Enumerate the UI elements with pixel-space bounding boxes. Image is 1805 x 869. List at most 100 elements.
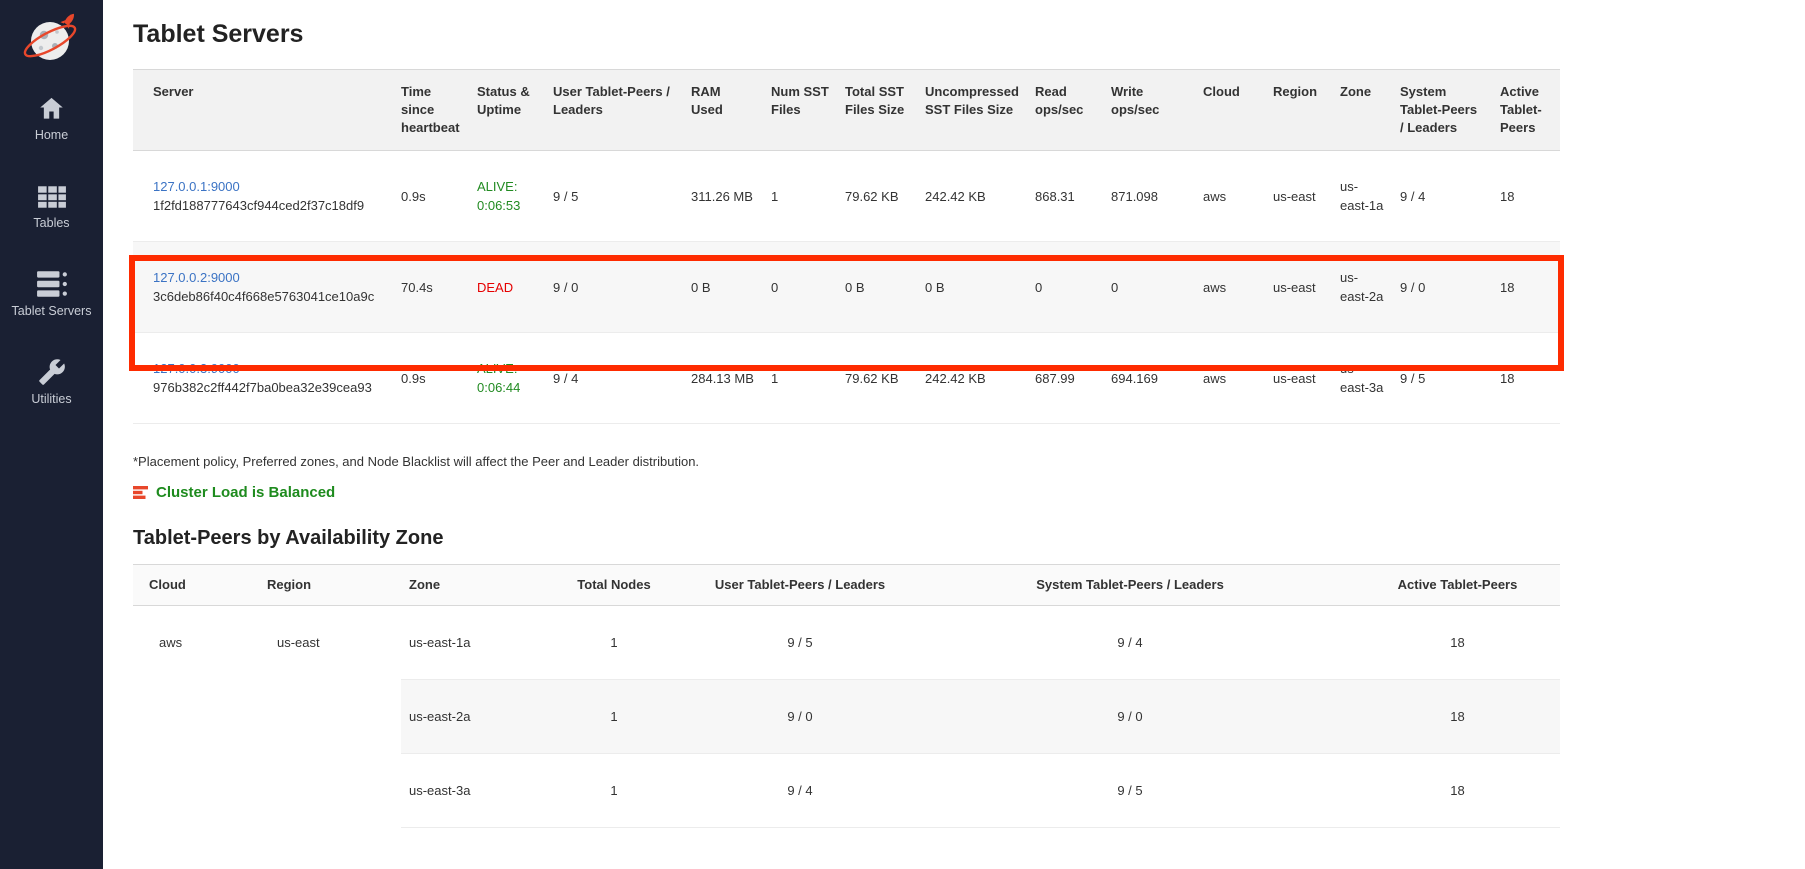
az-col-total-nodes: Total Nodes — [533, 565, 695, 606]
status-value: ALIVE: — [477, 177, 537, 196]
cluster-load-status: Cluster Load is Balanced — [133, 484, 1590, 501]
col-active-peers: Active Tablet-Peers — [1492, 70, 1560, 151]
servers-table-wrap: Server Time since heartbeat Status & Upt… — [133, 69, 1560, 424]
servers-table-header-row: Server Time since heartbeat Status & Upt… — [133, 70, 1560, 151]
az-col-system-peers: System Tablet-Peers / Leaders — [905, 565, 1355, 606]
status-value: ALIVE: — [477, 359, 537, 378]
server-link[interactable]: 127.0.0.2:9000 — [153, 270, 240, 285]
zone-value: us-east-3a — [1332, 333, 1392, 424]
status-cell: ALIVE: 0:06:53 — [469, 151, 545, 242]
az-zone-value: us-east-1a — [401, 606, 533, 680]
heartbeat-value: 70.4s — [393, 242, 469, 333]
write-ops-value: 0 — [1103, 242, 1195, 333]
zone-value: us-east-2a — [1332, 242, 1392, 333]
region-value: us-east — [1265, 333, 1332, 424]
ram-value: 284.13 MB — [683, 333, 763, 424]
az-table-header-row: Cloud Region Zone Total Nodes User Table… — [133, 565, 1560, 606]
cloud-value: aws — [1195, 151, 1265, 242]
az-system-peers-value: 9 / 5 — [905, 754, 1355, 828]
user-peers-value: 9 / 5 — [545, 151, 683, 242]
sidebar-item-label: Home — [35, 128, 68, 142]
uncompressed-sst-value: 242.42 KB — [917, 333, 1027, 424]
col-cloud: Cloud — [1195, 70, 1265, 151]
az-row-1a: aws us-east us-east-1a 1 9 / 5 9 / 4 18 — [133, 606, 1560, 680]
server-link[interactable]: 127.0.0.3:9000 — [153, 361, 240, 376]
server-row-2-dead: 127.0.0.2:9000 3c6deb86f40c4f668e5763041… — [133, 242, 1560, 333]
az-total-nodes-value: 1 — [533, 680, 695, 754]
num-sst-value: 1 — [763, 151, 837, 242]
active-peers-value: 18 — [1492, 151, 1560, 242]
server-uuid: 976b382c2ff442f7ba0bea32e39cea93 — [153, 378, 385, 397]
sidebar-item-home[interactable]: Home — [0, 92, 103, 142]
az-section-title: Tablet-Peers by Availability Zone — [133, 527, 1590, 550]
col-uncompressed-sst: Uncompressed SST Files Size — [917, 70, 1027, 151]
az-system-peers-value: 9 / 0 — [905, 680, 1355, 754]
col-user-peers: User Tablet-Peers / Leaders — [545, 70, 683, 151]
num-sst-value: 0 — [763, 242, 837, 333]
read-ops-value: 0 — [1027, 242, 1103, 333]
az-system-peers-value: 9 / 4 — [905, 606, 1355, 680]
main-content: Tablet Servers Server Time since heartbe… — [103, 0, 1590, 828]
az-cloud-value: aws — [133, 606, 259, 828]
col-read-ops: Read ops/sec — [1027, 70, 1103, 151]
uptime-value: 0:06:44 — [477, 378, 537, 397]
server-link[interactable]: 127.0.0.1:9000 — [153, 179, 240, 194]
az-col-cloud: Cloud — [133, 565, 259, 606]
az-total-nodes-value: 1 — [533, 606, 695, 680]
az-table: Cloud Region Zone Total Nodes User Table… — [133, 564, 1560, 828]
tablet-servers-icon — [36, 268, 68, 298]
ram-value: 0 B — [683, 242, 763, 333]
status-value: DEAD — [477, 278, 537, 297]
status-cell: DEAD — [469, 242, 545, 333]
az-zone-value: us-east-2a — [401, 680, 533, 754]
col-server: Server — [133, 70, 393, 151]
col-system-peers: System Tablet-Peers / Leaders — [1392, 70, 1492, 151]
region-value: us-east — [1265, 151, 1332, 242]
uncompressed-sst-value: 242.42 KB — [917, 151, 1027, 242]
home-icon — [38, 92, 65, 122]
az-active-peers-value: 18 — [1355, 680, 1560, 754]
sidebar-item-tables[interactable]: Tables — [0, 180, 103, 230]
az-region-value: us-east — [259, 606, 401, 828]
sidebar: Home Tables Tablet Servers — [0, 0, 103, 869]
server-row-3: 127.0.0.3:9000 976b382c2ff442f7ba0bea32e… — [133, 333, 1560, 424]
load-balance-bars-icon — [133, 485, 148, 500]
active-peers-value: 18 — [1492, 333, 1560, 424]
az-col-user-peers: User Tablet-Peers / Leaders — [695, 565, 905, 606]
uncompressed-sst-value: 0 B — [917, 242, 1027, 333]
sidebar-item-label: Tables — [33, 216, 69, 230]
uptime-value: 0:06:53 — [477, 196, 537, 215]
active-peers-value: 18 — [1492, 242, 1560, 333]
read-ops-value: 868.31 — [1027, 151, 1103, 242]
cloud-value: aws — [1195, 242, 1265, 333]
col-zone: Zone — [1332, 70, 1392, 151]
placement-footnote: *Placement policy, Preferred zones, and … — [133, 454, 1590, 469]
tables-icon — [37, 180, 67, 210]
page-title: Tablet Servers — [133, 20, 1590, 49]
region-value: us-east — [1265, 242, 1332, 333]
utilities-wrench-icon — [38, 356, 66, 386]
total-sst-value: 0 B — [837, 242, 917, 333]
server-uuid: 3c6deb86f40c4f668e5763041ce10a9c — [153, 287, 385, 306]
sidebar-item-tablet-servers[interactable]: Tablet Servers — [0, 268, 103, 318]
heartbeat-value: 0.9s — [393, 151, 469, 242]
write-ops-value: 694.169 — [1103, 333, 1195, 424]
yugabyte-planet-rocket-logo-icon[interactable] — [21, 10, 83, 66]
server-uuid: 1f2fd188777643cf944ced2f37c18df9 — [153, 196, 385, 215]
servers-table: Server Time since heartbeat Status & Upt… — [133, 69, 1560, 424]
sidebar-item-utilities[interactable]: Utilities — [0, 356, 103, 406]
az-zone-value: us-east-3a — [401, 754, 533, 828]
num-sst-value: 1 — [763, 333, 837, 424]
sidebar-item-label: Utilities — [31, 392, 71, 406]
az-user-peers-value: 9 / 5 — [695, 606, 905, 680]
status-cell: ALIVE: 0:06:44 — [469, 333, 545, 424]
total-sst-value: 79.62 KB — [837, 151, 917, 242]
col-ram: RAM Used — [683, 70, 763, 151]
write-ops-value: 871.098 — [1103, 151, 1195, 242]
az-total-nodes-value: 1 — [533, 754, 695, 828]
col-num-sst: Num SST Files — [763, 70, 837, 151]
az-col-active-peers: Active Tablet-Peers — [1355, 565, 1560, 606]
zone-value: us-east-1a — [1332, 151, 1392, 242]
az-active-peers-value: 18 — [1355, 606, 1560, 680]
sidebar-item-label: Tablet Servers — [12, 304, 92, 318]
